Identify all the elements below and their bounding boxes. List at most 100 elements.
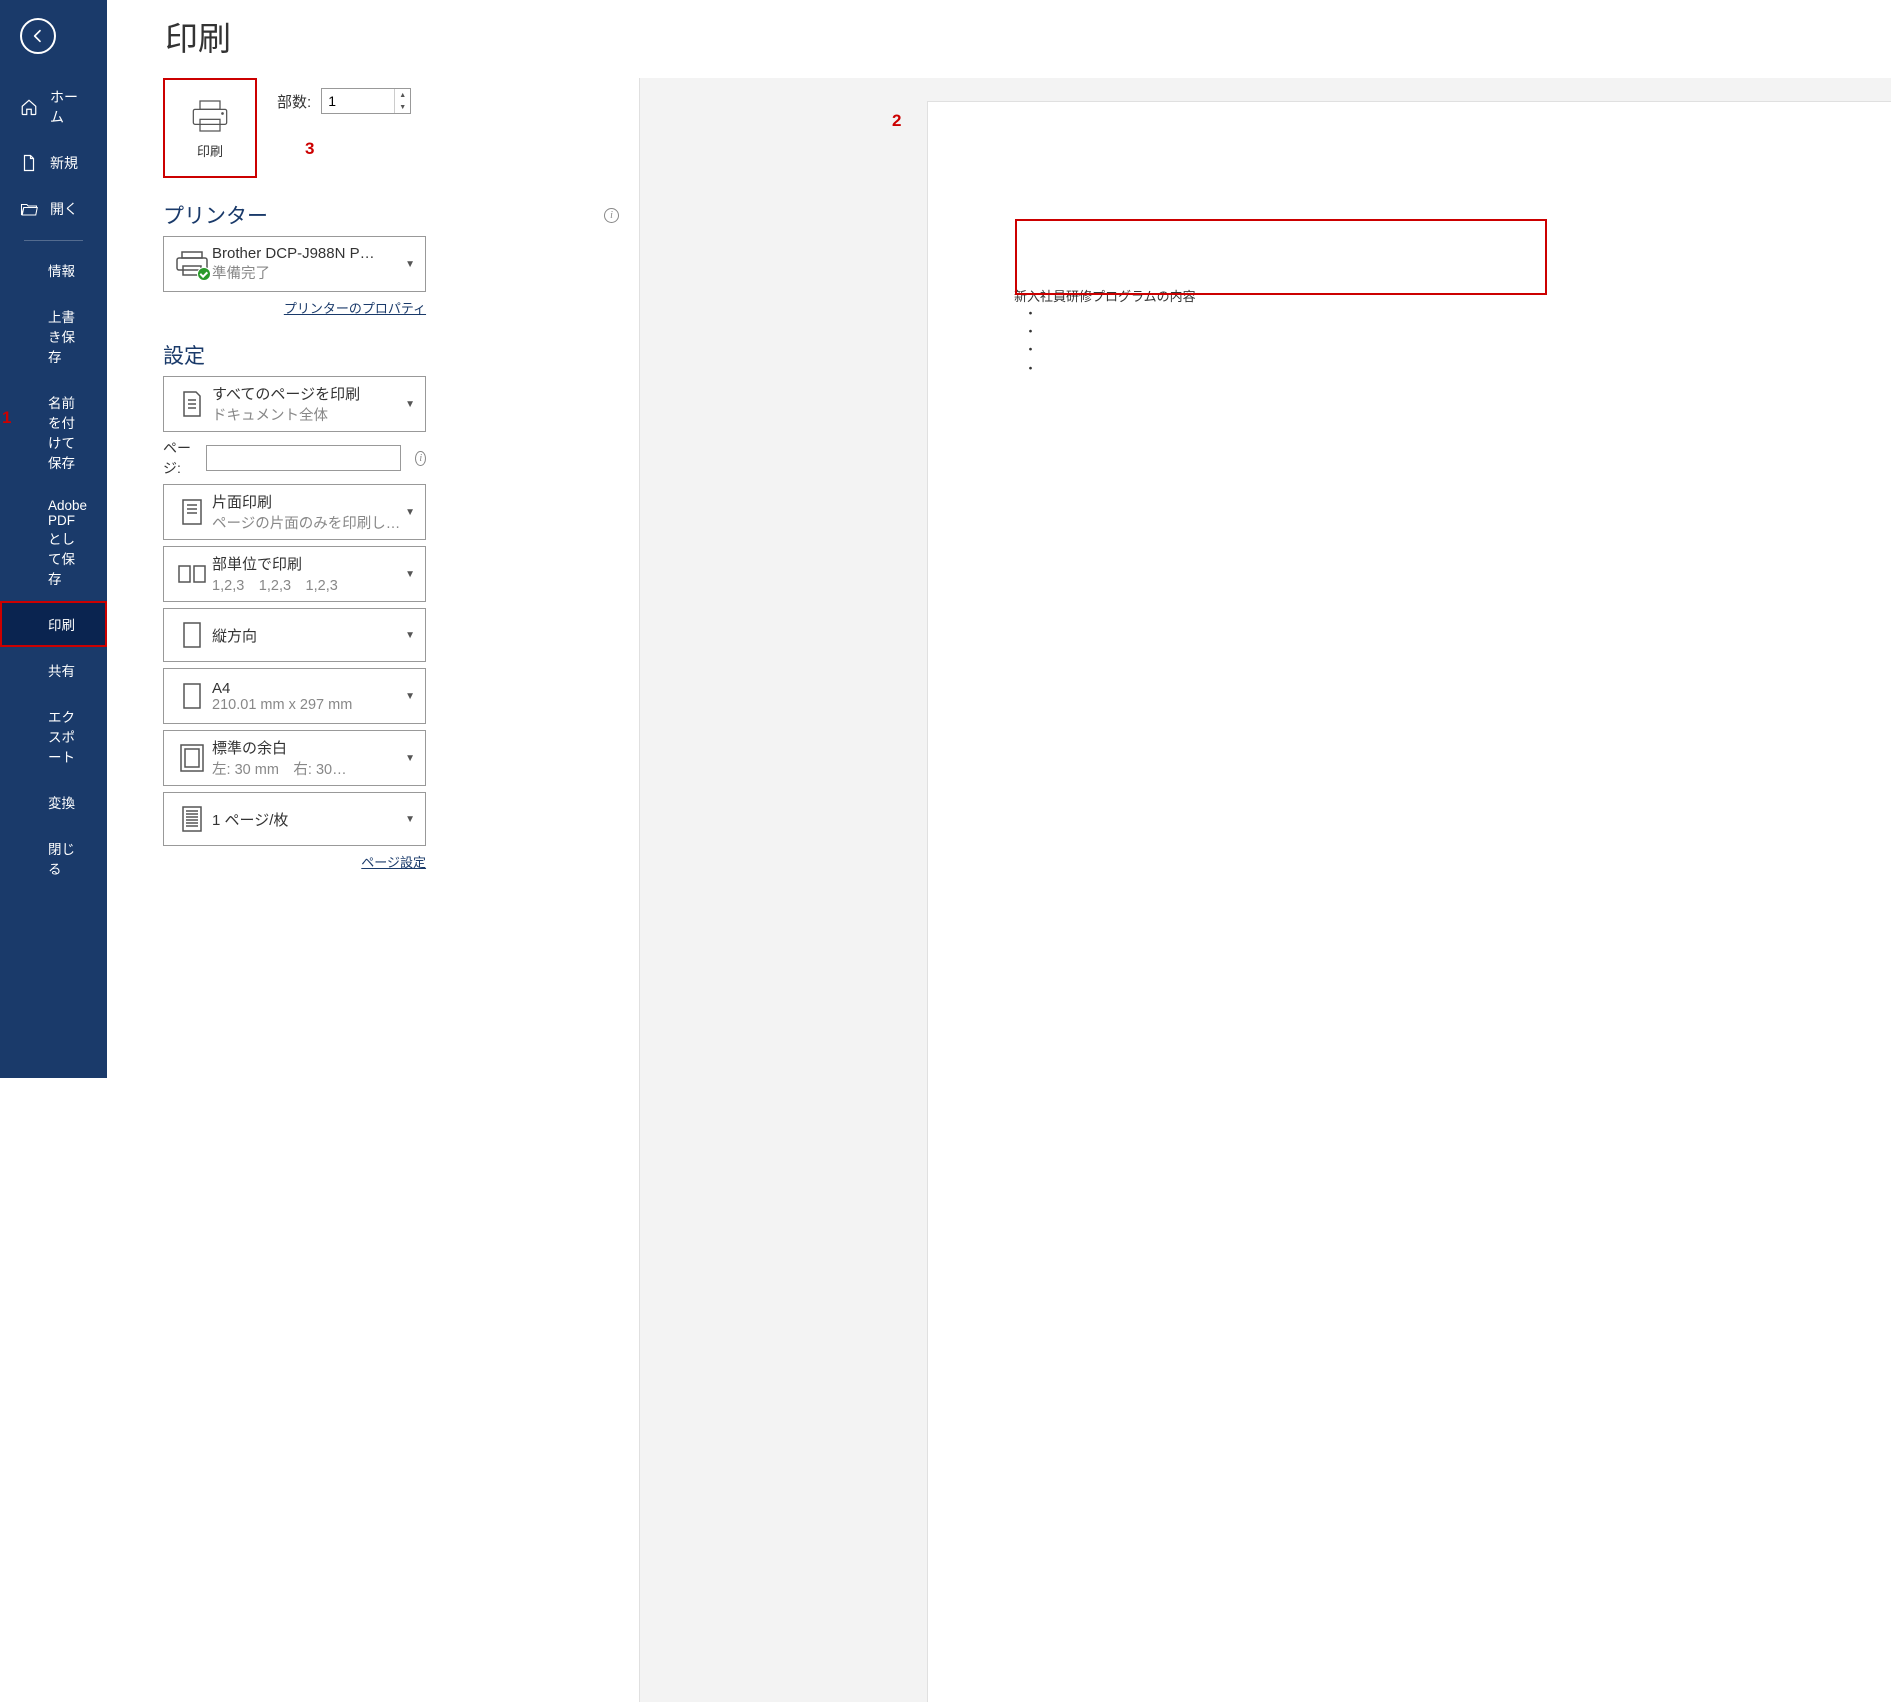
arrow-left-icon — [30, 28, 46, 44]
print-settings-column: 3 印刷 部数: — [107, 78, 640, 1702]
file-icon — [20, 154, 38, 172]
printer-ready-icon — [175, 251, 209, 277]
sidebar-item-save-pdf[interactable]: Adobe PDF として保存 — [0, 485, 107, 601]
sidebar-item-info[interactable]: 情報 — [0, 247, 107, 293]
sidebar-item-label: 変換 — [48, 792, 75, 812]
settings-section-heading: 設定 — [163, 340, 619, 370]
sidebar-item-share[interactable]: 共有 — [0, 647, 107, 693]
annotation-3: 3 — [305, 139, 314, 159]
home-icon — [20, 98, 38, 116]
margins-icon — [179, 743, 205, 773]
sidebar-item-label: 閉じる — [48, 838, 87, 878]
print-range-selector[interactable]: すべてのページを印刷 ドキュメント全体 ▼ — [163, 376, 426, 432]
sidebar-item-label: 新規 — [50, 153, 78, 173]
sidebar-item-label: 名前を付けて保存 — [48, 392, 87, 472]
chevron-down-icon: ▼ — [403, 753, 417, 764]
settings-heading-text: 設定 — [163, 340, 205, 370]
print-backstage-main: 印刷 3 印刷 部数: — [107, 0, 1891, 1078]
orientation-selector[interactable]: 縦方向 ▼ — [163, 608, 426, 662]
sidebar-item-label: 開く — [50, 199, 78, 219]
preview-doc-bullet: ・ — [1024, 341, 1891, 359]
print-button-label: 印刷 — [197, 141, 223, 160]
sidebar-item-open[interactable]: 開く — [0, 186, 107, 232]
printer-selector[interactable]: Brother DCP-J988N P… 準備完了 ▼ — [163, 236, 426, 292]
margins-selector[interactable]: 標準の余白 左: 30 mm 右: 30… ▼ — [163, 730, 426, 786]
printer-section-heading: プリンター i — [163, 200, 619, 230]
print-button[interactable]: 印刷 — [163, 78, 257, 178]
copies-stepper[interactable]: ▲ ▼ — [321, 88, 411, 114]
dd-title: 片面印刷 — [212, 491, 403, 512]
sidebar-item-home[interactable]: ホーム — [0, 74, 107, 140]
dd-title: 1 ページ/枚 — [212, 809, 403, 830]
folder-open-icon — [20, 200, 38, 218]
collate-icon — [177, 563, 207, 585]
check-badge-icon — [197, 267, 211, 281]
copies-input[interactable] — [322, 89, 394, 113]
page-per-sheet-icon — [180, 805, 204, 833]
dd-title: A4 — [212, 680, 403, 697]
chevron-down-icon: ▼ — [403, 399, 417, 410]
sidebar-item-label: 共有 — [48, 660, 75, 680]
copies-spin-down[interactable]: ▼ — [395, 101, 410, 113]
preview-highlight-box — [1015, 219, 1547, 295]
dd-sub: 210.01 mm x 297 mm — [212, 697, 403, 713]
printer-heading-text: プリンター — [163, 200, 268, 230]
preview-doc-bullet: ・ — [1024, 305, 1891, 323]
sidebar-item-transform[interactable]: 変換 — [0, 779, 107, 825]
dd-title: すべてのページを印刷 — [212, 383, 403, 404]
dd-sub: ドキュメント全体 — [212, 404, 403, 425]
sidebar-item-label: 上書き保存 — [48, 306, 87, 366]
copies-label: 部数: — [277, 91, 311, 112]
back-button[interactable] — [20, 18, 56, 54]
dd-title: 標準の余白 — [212, 737, 403, 758]
printer-properties-link[interactable]: プリンターのプロパティ — [284, 301, 426, 316]
chevron-down-icon: ▼ — [403, 814, 417, 825]
page-setup-link[interactable]: ページ設定 — [361, 855, 426, 870]
pages-input[interactable] — [206, 445, 401, 471]
sidebar-item-export[interactable]: エクスポート — [0, 693, 107, 779]
chevron-down-icon: ▼ — [403, 259, 417, 270]
dd-sub: ページの片面のみを印刷し… — [212, 512, 403, 533]
printer-icon — [190, 97, 230, 135]
annotation-1: 1 — [2, 408, 11, 428]
printer-status: 準備完了 — [212, 262, 403, 283]
sidebar-item-label: ホーム — [50, 87, 87, 127]
sidebar-item-label: エクスポート — [48, 706, 87, 766]
sidebar-item-label: 情報 — [48, 260, 75, 280]
paper-icon — [181, 682, 203, 710]
dd-sub: 1,2,3 1,2,3 1,2,3 — [212, 574, 403, 595]
sidebar-item-saveas[interactable]: 名前を付けて保存 — [0, 379, 107, 485]
collate-selector[interactable]: 部単位で印刷 1,2,3 1,2,3 1,2,3 ▼ — [163, 546, 426, 602]
backstage-sidebar: ホーム 新規 開く 情報 上書き保存 名前を付けて保存 Adobe PDF とし… — [0, 0, 107, 1078]
info-icon[interactable]: i — [415, 451, 426, 466]
sidebar-item-print[interactable]: 印刷 — [0, 601, 107, 647]
preview-page: 新入社員研修プログラムの内容 ・ ・ ・ ・ — [928, 102, 1891, 1702]
chevron-down-icon: ▼ — [403, 630, 417, 641]
pages-label: ページ: — [163, 438, 196, 478]
preview-doc-bullet: ・ — [1024, 360, 1891, 378]
preview-doc-bullet: ・ — [1024, 323, 1891, 341]
portrait-icon — [181, 621, 203, 649]
printer-name: Brother DCP-J988N P… — [212, 245, 403, 262]
dd-title: 部単位で印刷 — [212, 553, 403, 574]
sidebar-item-label: 印刷 — [48, 614, 75, 634]
pages-per-sheet-selector[interactable]: 1 ページ/枚 ▼ — [163, 792, 426, 846]
page-single-side-icon — [180, 498, 204, 526]
sidebar-item-save[interactable]: 上書き保存 — [0, 293, 107, 379]
annotation-2: 2 — [892, 111, 901, 131]
copies-spin-up[interactable]: ▲ — [395, 89, 410, 101]
dd-sub: 左: 30 mm 右: 30… — [212, 758, 403, 779]
paper-size-selector[interactable]: A4 210.01 mm x 297 mm ▼ — [163, 668, 426, 724]
info-icon[interactable]: i — [604, 208, 619, 223]
sidebar-item-new[interactable]: 新規 — [0, 140, 107, 186]
chevron-down-icon: ▼ — [403, 507, 417, 518]
page-title: 印刷 — [107, 0, 1891, 78]
document-icon — [180, 390, 204, 418]
chevron-down-icon: ▼ — [403, 691, 417, 702]
sidebar-item-label: Adobe PDF として保存 — [48, 498, 87, 588]
dd-title: 縦方向 — [212, 625, 403, 646]
sidebar-divider — [24, 240, 83, 241]
sides-selector[interactable]: 片面印刷 ページの片面のみを印刷し… ▼ — [163, 484, 426, 540]
sidebar-item-close[interactable]: 閉じる — [0, 825, 107, 891]
print-preview-area: 2 新入社員研修プログラムの内容 ・ ・ ・ ・ — [640, 78, 1891, 1702]
